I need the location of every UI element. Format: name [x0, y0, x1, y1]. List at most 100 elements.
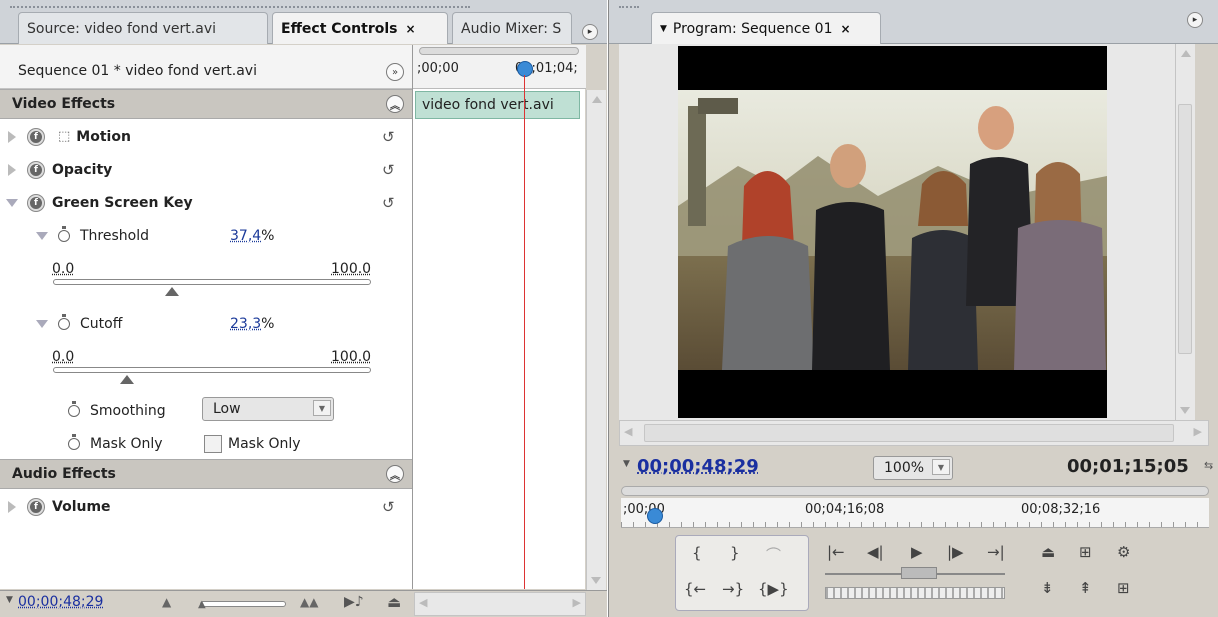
- clip-bar[interactable]: video fond vert.avi: [415, 91, 580, 119]
- mask-only-checkbox[interactable]: [204, 435, 222, 453]
- trim-icon[interactable]: ⊞: [1117, 579, 1130, 597]
- fx-toggle-icon[interactable]: f: [28, 194, 44, 211]
- collapse-video-effects-icon[interactable]: ︽: [386, 95, 404, 113]
- zoom-in-icon[interactable]: ▲▲: [300, 595, 318, 609]
- expand-motion-icon[interactable]: [8, 130, 16, 143]
- reset-icon[interactable]: ↺: [382, 498, 395, 516]
- scroll-left-icon[interactable]: ◀: [624, 425, 632, 438]
- zoom-out-icon[interactable]: ▲: [162, 595, 171, 609]
- overlay-icon[interactable]: ⇞: [1079, 579, 1092, 597]
- reset-icon[interactable]: ↺: [382, 161, 395, 179]
- effect-controls-timeline[interactable]: ;00;00 00;01;04; video fond vert.avi: [412, 45, 586, 589]
- threshold-slider[interactable]: [53, 279, 371, 285]
- scroll-up-icon[interactable]: [591, 96, 602, 103]
- panel-menu-icon[interactable]: ▸: [582, 24, 598, 40]
- effect-row-volume[interactable]: f Volume ↺: [0, 490, 412, 523]
- scroll-left-icon[interactable]: ◀: [419, 596, 427, 609]
- scroll-up-icon[interactable]: [1180, 50, 1191, 57]
- go-to-next-edit-icon[interactable]: →|: [987, 543, 1005, 561]
- vertical-scrollbar[interactable]: [586, 90, 606, 590]
- scrollbar-thumb[interactable]: [1178, 104, 1192, 354]
- go-to-previous-edit-icon[interactable]: |←: [827, 543, 845, 561]
- mask-only-checkbox-label[interactable]: Mask Only: [228, 436, 301, 452]
- footer-timecode[interactable]: 00;00;48;29: [18, 594, 103, 610]
- tc-menu-icon[interactable]: ▼: [623, 459, 630, 469]
- playhead-icon[interactable]: [517, 61, 533, 77]
- program-ruler[interactable]: ;00;00 00;04;16;08 00;08;32;16: [621, 498, 1209, 528]
- insert-icon[interactable]: ⇟: [1041, 579, 1054, 597]
- tab-effect-controls[interactable]: Effect Controls ×: [272, 12, 448, 44]
- cutoff-slider-thumb[interactable]: [120, 375, 135, 384]
- close-tab-icon[interactable]: ×: [840, 22, 850, 36]
- reset-icon[interactable]: ↺: [382, 128, 395, 146]
- motion-transform-icon[interactable]: ⬚: [58, 129, 70, 144]
- chevron-down-icon[interactable]: ▼: [313, 400, 331, 416]
- monitor-hscrollbar[interactable]: ◀ ▶: [619, 420, 1209, 446]
- threshold-value[interactable]: 37,4%: [230, 228, 274, 244]
- panel-grip[interactable]: [619, 6, 639, 9]
- close-tab-icon[interactable]: ×: [405, 22, 415, 36]
- expand-volume-icon[interactable]: [8, 500, 16, 513]
- go-to-in-icon[interactable]: {←: [684, 580, 706, 598]
- mark-in-icon[interactable]: {: [692, 544, 702, 562]
- fx-toggle-icon[interactable]: f: [28, 498, 44, 515]
- safe-margins-icon[interactable]: ⊞: [1079, 543, 1092, 561]
- play-audio-icon[interactable]: ▶♪: [344, 594, 364, 610]
- scroll-right-icon[interactable]: ▶: [1194, 425, 1202, 438]
- tab-menu-icon[interactable]: ▼: [660, 24, 667, 34]
- go-to-out-icon[interactable]: →}: [722, 580, 744, 598]
- stopwatch-icon[interactable]: [58, 313, 70, 330]
- panel-menu-icon[interactable]: ▸: [1187, 12, 1203, 28]
- stopwatch-icon[interactable]: [68, 433, 80, 450]
- footer-menu-icon[interactable]: ▼: [6, 595, 13, 605]
- effect-row-opacity[interactable]: f Opacity ↺: [0, 153, 412, 186]
- zoom-slider-thumb[interactable]: ▲: [198, 599, 206, 610]
- shuttle-slider[interactable]: [901, 567, 937, 579]
- view-area-bar[interactable]: [621, 486, 1209, 496]
- effect-row-green-screen-key[interactable]: f Green Screen Key ↺: [0, 186, 412, 219]
- cutoff-value[interactable]: 23,3%: [230, 316, 274, 332]
- stopwatch-icon[interactable]: [58, 225, 70, 242]
- timeline-hscrollbar[interactable]: ◀ ▶: [414, 592, 586, 616]
- jog-wheel[interactable]: [825, 587, 1005, 599]
- zoom-dropdown[interactable]: 100% ▼: [873, 456, 953, 480]
- monitor-vscrollbar[interactable]: [1175, 44, 1195, 420]
- show-timeline-icon[interactable]: »: [386, 63, 404, 81]
- playhead-icon[interactable]: [647, 508, 663, 524]
- step-forward-icon[interactable]: |▶: [947, 543, 964, 561]
- chevron-down-icon[interactable]: ▼: [932, 459, 950, 475]
- play-in-to-out-icon[interactable]: {▶}: [758, 580, 789, 598]
- cutoff-slider[interactable]: [53, 367, 371, 373]
- scrollbar-thumb[interactable]: [644, 424, 1174, 442]
- audio-effects-header[interactable]: Audio Effects ︽: [0, 459, 412, 489]
- tab-source[interactable]: Source: video fond vert.avi: [18, 12, 268, 44]
- video-frame[interactable]: [678, 46, 1107, 418]
- step-back-icon[interactable]: ◀|: [867, 543, 884, 561]
- fx-toggle-icon[interactable]: f: [28, 128, 44, 145]
- video-effects-header[interactable]: Video Effects ︽: [0, 89, 412, 119]
- timeline-ruler[interactable]: ;00;00 00;01;04;: [413, 45, 586, 89]
- output-icon[interactable]: ⚙: [1117, 543, 1130, 561]
- effect-row-motion[interactable]: f ⬚ Motion ↺: [0, 120, 412, 153]
- fx-toggle-icon[interactable]: f: [28, 161, 44, 178]
- stopwatch-icon[interactable]: [68, 400, 80, 417]
- mark-out-icon[interactable]: }: [730, 544, 740, 562]
- scroll-right-icon[interactable]: ▶: [573, 596, 581, 609]
- expand-opacity-icon[interactable]: [8, 163, 16, 176]
- scroll-down-button[interactable]: [1176, 401, 1194, 420]
- collapse-audio-effects-icon[interactable]: ︽: [386, 465, 404, 483]
- current-timecode[interactable]: 00;00;48;29: [637, 456, 759, 477]
- zoom-slider[interactable]: [200, 601, 286, 607]
- scroll-down-button[interactable]: [587, 571, 605, 590]
- collapse-green-screen-icon[interactable]: [6, 198, 18, 207]
- tab-audio-mixer[interactable]: Audio Mixer: S: [452, 12, 572, 44]
- reset-icon[interactable]: ↺: [382, 194, 395, 212]
- collapse-cutoff-icon[interactable]: [36, 319, 48, 328]
- tab-program[interactable]: ▼ Program: Sequence 01 ×: [651, 12, 881, 44]
- set-marker-icon[interactable]: ⌒: [766, 544, 781, 565]
- panel-grip[interactable]: [10, 6, 470, 9]
- lift-icon[interactable]: ⏏: [1041, 543, 1055, 561]
- zoom-bar[interactable]: [419, 47, 579, 55]
- threshold-slider-thumb[interactable]: [164, 287, 179, 296]
- export-icon[interactable]: ⏏: [387, 593, 401, 611]
